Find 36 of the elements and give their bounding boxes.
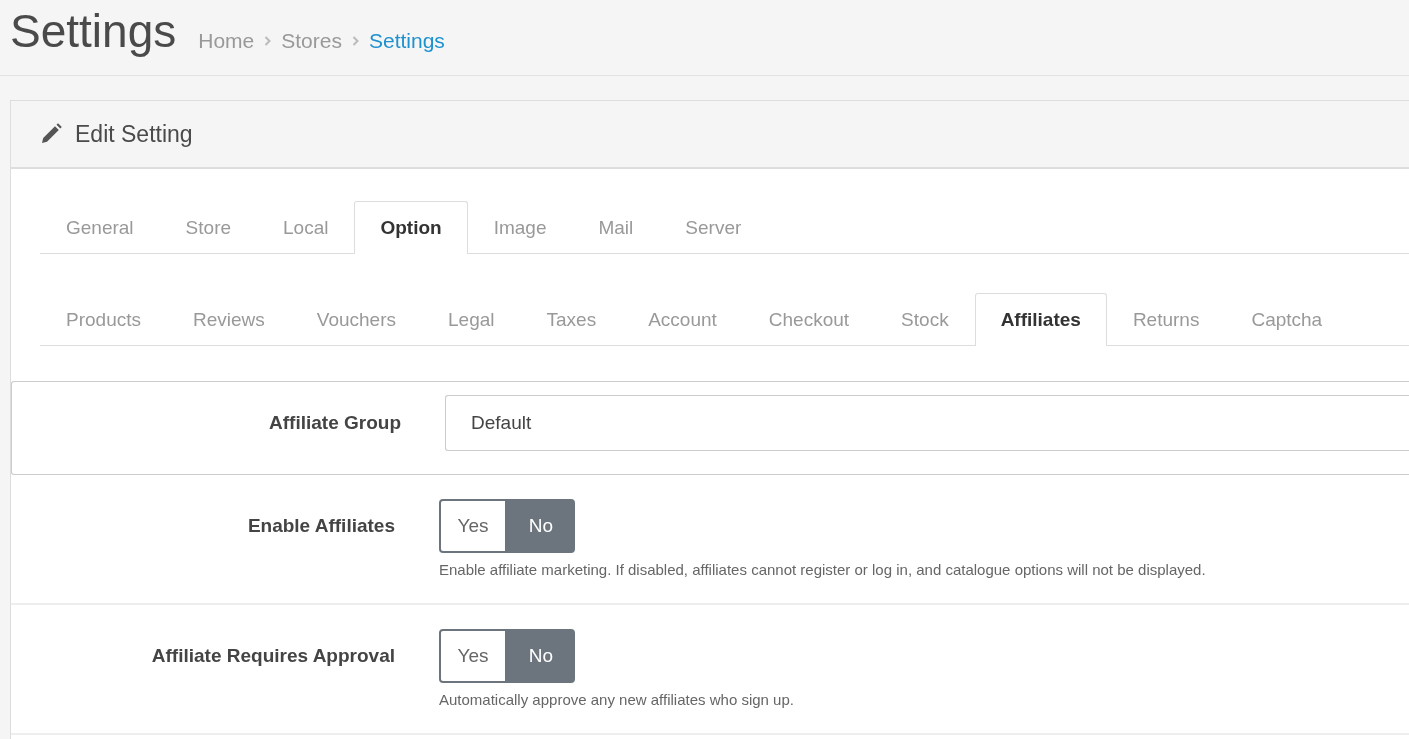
toggle-option[interactable]: Yes (439, 629, 507, 683)
help-text: Automatically approve any new affiliates who sign up. (439, 691, 795, 708)
chevron-icon (351, 35, 359, 46)
breadcrumb-link[interactable]: Stores (281, 28, 342, 53)
toggle-option[interactable]: Yes (439, 499, 507, 553)
tab[interactable]: Stock (875, 293, 975, 345)
tab[interactable]: Returns (1106, 293, 1226, 345)
tab[interactable]: Option (354, 201, 468, 254)
pencil-icon (39, 122, 63, 146)
tab[interactable]: Products (40, 293, 167, 345)
tab[interactable]: Local (257, 201, 355, 253)
tab[interactable]: Mail (572, 201, 660, 253)
tab[interactable]: Checkout (742, 293, 876, 345)
field-label: Affiliate Group (268, 412, 401, 434)
breadcrumb-link[interactable]: Settings (368, 28, 445, 53)
tab[interactable]: Store (159, 201, 258, 253)
help-text: Enable affiliate marketing. If disabled, affiliates cannot register or log in, and catalogue options will not be displayed. (439, 561, 1207, 578)
field-label: Enable Affiliates (246, 514, 395, 537)
tab[interactable]: Captcha (1225, 293, 1349, 345)
tab[interactable]: Reviews (167, 293, 291, 345)
tab[interactable]: Vouchers (290, 293, 423, 345)
panel-title: Edit Setting (75, 120, 193, 148)
tab[interactable]: Affiliates (974, 293, 1107, 346)
tab[interactable]: Server (659, 201, 768, 253)
tab[interactable]: Taxes (520, 293, 623, 345)
select-field[interactable]: Default (445, 395, 1409, 451)
tab[interactable]: Account (622, 293, 743, 345)
tab[interactable]: Image (467, 201, 573, 253)
breadcrumb-link[interactable]: Home (198, 28, 255, 53)
toggle-option[interactable]: No (507, 629, 575, 683)
tab[interactable]: General (40, 201, 160, 253)
field-label: Affiliate Requires Approval (150, 644, 395, 667)
chevron-icon (264, 35, 272, 46)
toggle-option[interactable]: No (507, 499, 575, 553)
tab[interactable]: Legal (422, 293, 521, 345)
page-title: Settings (10, 3, 177, 58)
